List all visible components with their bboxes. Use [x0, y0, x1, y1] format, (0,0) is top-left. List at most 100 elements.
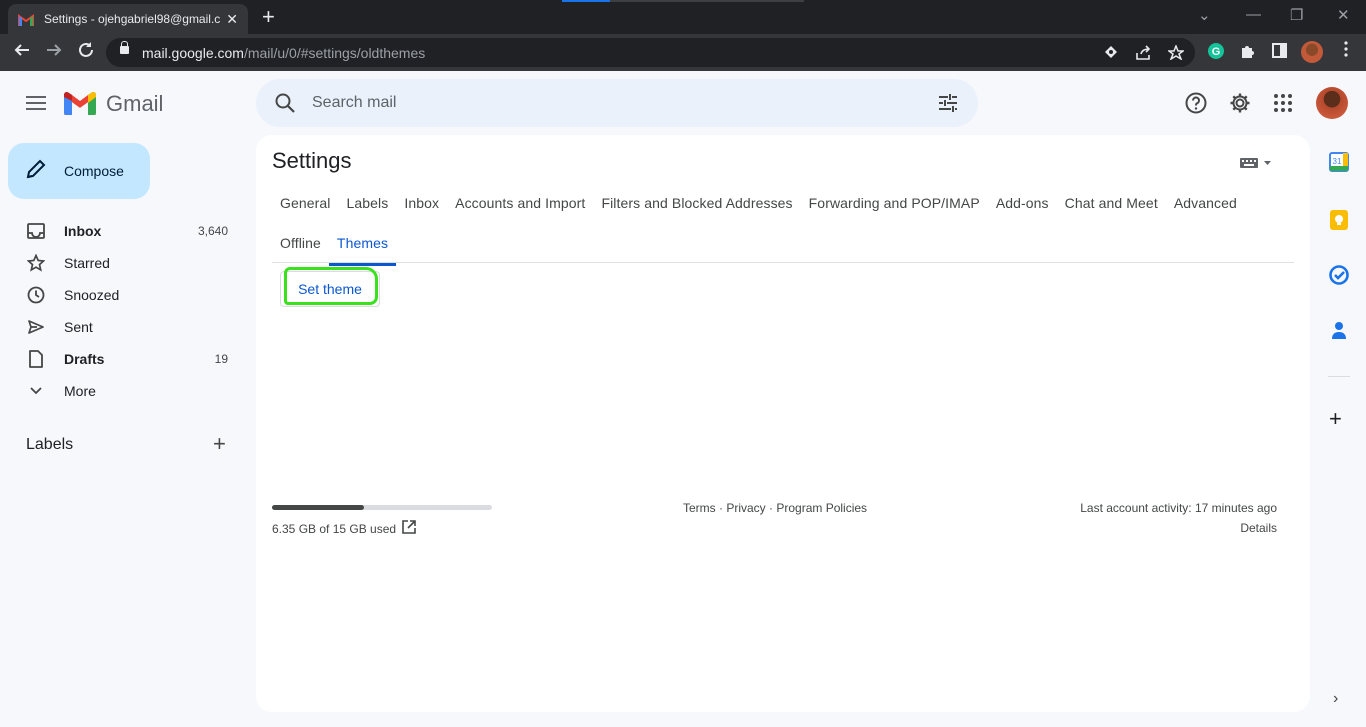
get-addons-button[interactable]: + — [1329, 408, 1342, 430]
account-avatar[interactable] — [1316, 87, 1348, 119]
side-panel-divider — [1328, 376, 1350, 377]
unread-count: 3,640 — [197, 224, 228, 238]
help-icon[interactable] — [1185, 92, 1207, 119]
nav-label: Inbox — [64, 223, 102, 239]
share-icon[interactable] — [1136, 45, 1152, 63]
nav-item-starred[interactable]: Starred — [0, 247, 256, 279]
gmail-logo-icon[interactable] — [64, 91, 96, 115]
keep-icon[interactable] — [1329, 209, 1349, 236]
tab-themes[interactable]: Themes — [328, 232, 397, 266]
tab-title: Settings - ojehgabriel98@gmail.c — [44, 12, 221, 26]
close-window-button[interactable]: ✕ — [1337, 6, 1350, 24]
sidepanel-icon[interactable] — [1272, 43, 1287, 63]
separator: · — [715, 501, 727, 515]
reload-button[interactable] — [77, 41, 95, 64]
gmail-favicon-icon — [18, 13, 34, 26]
contacts-icon[interactable] — [1331, 320, 1347, 345]
puzzle-icon[interactable] — [1240, 43, 1256, 64]
nav-label: Sent — [64, 319, 93, 335]
tab-advanced[interactable]: Advanced — [1166, 192, 1245, 226]
nav-item-more[interactable]: More — [0, 375, 256, 407]
details-link[interactable]: Details — [1240, 521, 1277, 535]
tab-forwarding[interactable]: Forwarding and POP/IMAP — [801, 192, 988, 226]
tab-addons[interactable]: Add-ons — [988, 192, 1057, 226]
storage-bar-fill — [272, 505, 365, 510]
browser-tab[interactable]: Settings - ojehgabriel98@gmail.c ✕ — [8, 4, 248, 34]
nav-label: Starred — [64, 255, 110, 271]
tab-close-icon[interactable]: ✕ — [226, 11, 238, 28]
minimize-button[interactable]: — — [1246, 6, 1261, 23]
page-title: Settings — [272, 148, 352, 173]
tabs-divider — [272, 262, 1294, 263]
privacy-link[interactable]: Privacy — [726, 501, 765, 515]
inbox-icon — [26, 221, 46, 241]
profile-avatar-icon[interactable] — [1301, 41, 1323, 63]
nav-label: Drafts — [64, 351, 105, 367]
tasks-icon[interactable] — [1329, 265, 1349, 290]
tab-filters[interactable]: Filters and Blocked Addresses — [593, 192, 800, 226]
browser-titlebar: Settings - ojehgabriel98@gmail.c ✕ + ⌄ —… — [0, 0, 1366, 34]
address-bar[interactable]: mail.google.com/mail/u/0/#settings/oldth… — [106, 38, 1195, 67]
new-tab-button[interactable]: + — [262, 6, 275, 28]
footer-links: Terms · Privacy · Program Policies — [683, 501, 867, 515]
url-text: mail.google.com/mail/u/0/#settings/oldth… — [142, 45, 426, 61]
tab-accounts-import[interactable]: Accounts and Import — [447, 192, 593, 226]
storage-bar — [272, 505, 492, 510]
tab-offline[interactable]: Offline — [272, 232, 329, 266]
search-options-icon[interactable] — [938, 94, 958, 117]
back-button[interactable] — [13, 41, 31, 64]
compose-button[interactable]: Compose — [8, 143, 150, 199]
terms-link[interactable]: Terms — [683, 501, 716, 515]
draft-icon — [26, 349, 46, 369]
forward-button[interactable] — [45, 41, 63, 64]
draft-count: 19 — [214, 352, 228, 366]
apps-grid-icon[interactable] — [1273, 93, 1293, 118]
tab-chat-meet[interactable]: Chat and Meet — [1057, 192, 1166, 226]
search-input[interactable] — [312, 91, 872, 115]
gmail-wordmark[interactable]: Gmail — [106, 91, 163, 117]
separator: · — [765, 501, 777, 515]
chrome-menu-icon[interactable] — [1344, 41, 1348, 64]
nav-label: More — [64, 383, 96, 399]
calendar-icon[interactable]: 31 — [1329, 152, 1349, 177]
lock-icon — [120, 41, 129, 54]
main-menu-icon[interactable] — [26, 96, 46, 110]
compose-label: Compose — [64, 163, 124, 179]
open-external-icon[interactable] — [402, 520, 416, 539]
labels-heading: Labels — [26, 436, 74, 453]
settings-tabs: General Labels Inbox Accounts and Import… — [272, 192, 1245, 226]
tab-inbox[interactable]: Inbox — [396, 192, 447, 226]
clock-icon — [26, 285, 46, 305]
pencil-icon — [26, 159, 46, 184]
svg-text:G: G — [1212, 46, 1221, 58]
eye-icon[interactable] — [1104, 45, 1118, 62]
settings-panel: Settings General Labels Inbox Accounts a… — [256, 135, 1310, 712]
loading-bar — [562, 0, 804, 2]
send-icon — [26, 317, 46, 337]
nav-item-sent[interactable]: Sent — [0, 311, 256, 343]
storage-text: 6.35 GB of 15 GB used — [272, 522, 397, 536]
bookmark-star-icon[interactable] — [1166, 43, 1186, 63]
restore-button[interactable]: ❐ — [1290, 6, 1303, 24]
search-bar[interactable] — [256, 79, 978, 127]
settings-gear-icon[interactable] — [1229, 92, 1251, 119]
expand-side-panel-icon[interactable]: › — [1333, 690, 1338, 708]
tab-search-icon[interactable]: ⌄ — [1198, 6, 1211, 24]
program-policies-link[interactable]: Program Policies — [776, 501, 867, 515]
nav-item-inbox[interactable]: Inbox 3,640 — [0, 215, 256, 247]
browser-toolbar: mail.google.com/mail/u/0/#settings/oldth… — [0, 34, 1366, 71]
search-icon[interactable] — [274, 92, 296, 119]
grammarly-icon[interactable]: G — [1208, 43, 1224, 64]
last-activity: Last account activity: 17 minutes ago — [1080, 501, 1277, 515]
nav-item-drafts[interactable]: Drafts 19 — [0, 343, 256, 375]
tab-general[interactable]: General — [272, 192, 339, 226]
set-theme-button[interactable]: Set theme — [280, 271, 380, 307]
folder-list: Inbox 3,640 Starred Snoozed Sent Drafts … — [0, 215, 256, 407]
settings-tabs-row2: Offline Themes — [272, 232, 397, 266]
nav-item-snoozed[interactable]: Snoozed — [0, 279, 256, 311]
tab-labels[interactable]: Labels — [339, 192, 397, 226]
add-label-button[interactable]: + — [213, 433, 226, 455]
svg-text:31: 31 — [1333, 157, 1342, 166]
input-tools-icon[interactable] — [1240, 155, 1274, 173]
nav-label: Snoozed — [64, 287, 120, 303]
